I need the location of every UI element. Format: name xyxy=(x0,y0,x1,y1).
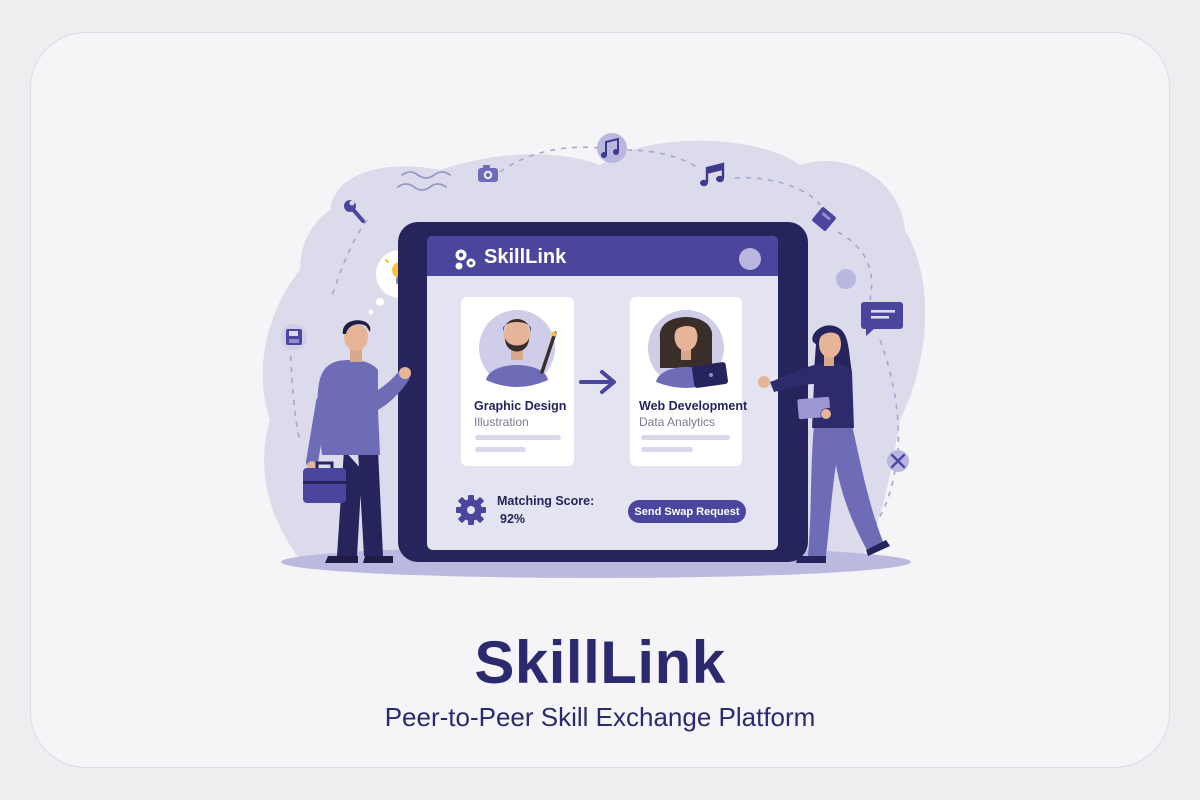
gear-icon xyxy=(456,495,486,525)
matching-score-label: Matching Score: xyxy=(497,494,595,508)
scissors-icon xyxy=(887,450,909,472)
floppy-disk-icon xyxy=(281,324,307,350)
left-card-secondary-skill: Illustration xyxy=(474,415,529,429)
header-avatar xyxy=(739,248,761,270)
decor-dot xyxy=(836,269,856,289)
right-card-primary-skill: Web Development xyxy=(639,399,748,413)
brand-title: SkillLink xyxy=(474,629,726,696)
app-title: SkillLink xyxy=(484,246,567,268)
right-card-secondary-skill: Data Analytics xyxy=(639,415,716,429)
left-card-line xyxy=(475,447,526,452)
right-card-line xyxy=(641,435,730,440)
music-note-icon xyxy=(597,133,627,163)
matching-score-value: 92% xyxy=(500,512,526,526)
left-card-line xyxy=(475,435,561,440)
send-swap-request-button[interactable]: Send Swap Request xyxy=(628,500,746,523)
app-header xyxy=(427,236,778,276)
right-card-line xyxy=(641,447,693,452)
left-card-primary-skill: Graphic Design xyxy=(474,399,567,413)
brand-subtitle: Peer-to-Peer Skill Exchange Platform xyxy=(384,702,816,732)
